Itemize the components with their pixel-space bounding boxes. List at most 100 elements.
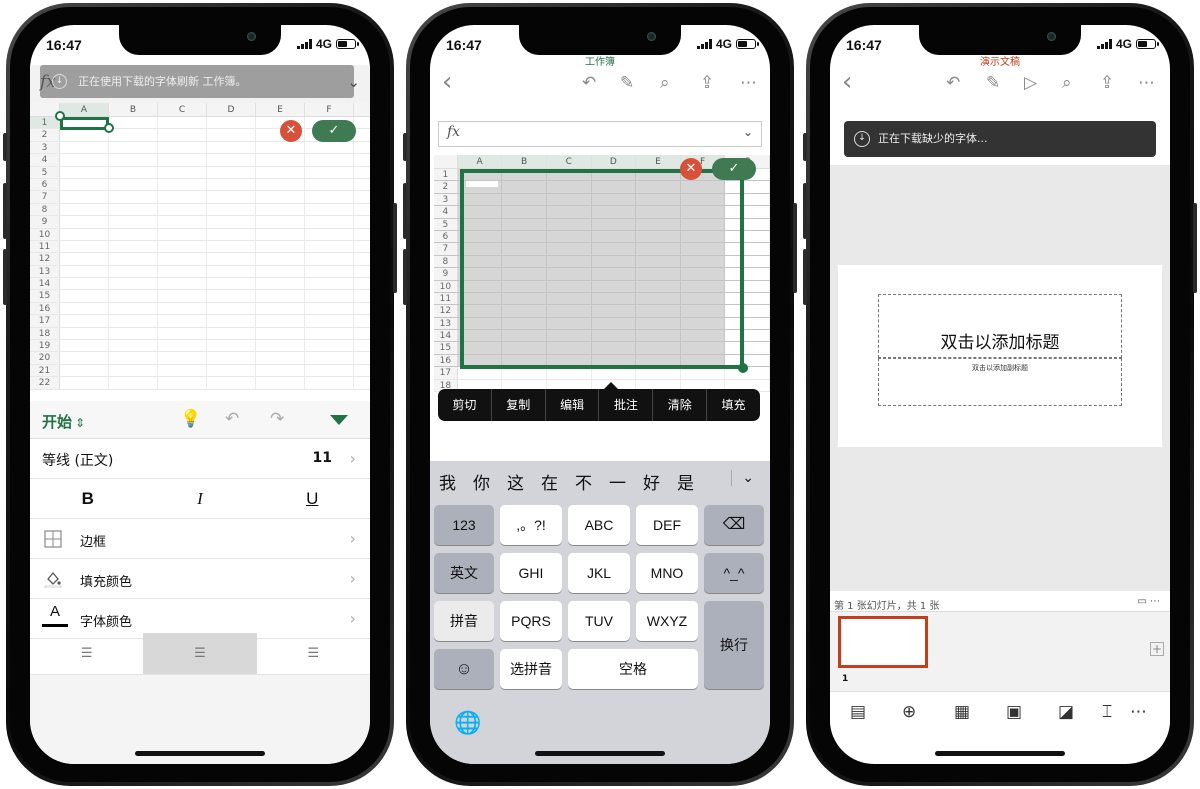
cell[interactable] bbox=[207, 240, 256, 253]
row-header[interactable]: 21 bbox=[30, 364, 60, 377]
cell[interactable] bbox=[158, 191, 207, 203]
cell[interactable] bbox=[109, 141, 158, 154]
cell[interactable] bbox=[256, 327, 305, 340]
cell[interactable] bbox=[60, 178, 109, 191]
column-header[interactable]: F bbox=[305, 103, 354, 116]
cell[interactable] bbox=[207, 228, 256, 240]
search-icon[interactable]: ⌕ bbox=[660, 73, 670, 93]
cell[interactable] bbox=[158, 117, 207, 129]
cell[interactable] bbox=[305, 265, 354, 278]
cell[interactable] bbox=[158, 327, 207, 340]
cell[interactable] bbox=[109, 154, 158, 166]
cell[interactable] bbox=[256, 340, 305, 352]
cell[interactable] bbox=[109, 216, 158, 228]
cell[interactable] bbox=[207, 377, 256, 389]
row-header[interactable]: 16 bbox=[434, 354, 458, 367]
cell[interactable] bbox=[207, 166, 256, 178]
key-punctuation[interactable]: ,。?! bbox=[500, 505, 562, 545]
ribbon-tab-home[interactable]: 开始 ⇕ bbox=[42, 411, 85, 432]
cell[interactable] bbox=[158, 203, 207, 216]
row-header[interactable]: 6 bbox=[30, 178, 60, 191]
confirm-edit-button[interactable]: ✓ bbox=[312, 120, 356, 142]
cell[interactable] bbox=[305, 228, 354, 240]
sheet-row[interactable]: 15 bbox=[30, 290, 370, 303]
cell[interactable] bbox=[256, 352, 305, 364]
sheet-row[interactable]: 6 bbox=[30, 178, 370, 192]
cell[interactable] bbox=[207, 315, 256, 327]
menu-item-comment[interactable]: 批注 bbox=[599, 389, 654, 421]
cell[interactable] bbox=[158, 166, 207, 178]
cell[interactable] bbox=[256, 166, 305, 178]
row-header[interactable]: 6 bbox=[434, 230, 458, 243]
row-header[interactable]: 15 bbox=[434, 342, 458, 354]
cell[interactable] bbox=[305, 178, 354, 191]
cell[interactable] bbox=[158, 315, 207, 327]
cell[interactable] bbox=[305, 377, 354, 389]
cell[interactable] bbox=[109, 265, 158, 278]
add-slide-icon[interactable]: + bbox=[1150, 642, 1164, 656]
row-header[interactable]: 4 bbox=[434, 206, 458, 218]
cell[interactable] bbox=[109, 377, 158, 389]
key-jkl[interactable]: JKL bbox=[568, 553, 630, 593]
cell[interactable] bbox=[207, 278, 256, 290]
redo-icon[interactable]: ↷ bbox=[270, 409, 284, 429]
back-chevron-icon[interactable]: ‹ bbox=[442, 69, 452, 95]
column-header[interactable]: E bbox=[636, 155, 681, 168]
share-icon[interactable]: ⇪ bbox=[1100, 73, 1114, 93]
cell[interactable] bbox=[158, 129, 207, 141]
cell[interactable] bbox=[305, 191, 354, 203]
slide[interactable]: 双击以添加标题 双击以添加副标题 bbox=[838, 265, 1162, 447]
cell[interactable] bbox=[158, 228, 207, 240]
cell[interactable] bbox=[109, 178, 158, 191]
row-header[interactable]: 12 bbox=[434, 305, 458, 317]
selected-cell[interactable] bbox=[60, 117, 109, 130]
cell[interactable] bbox=[109, 290, 158, 302]
sheet-row[interactable]: 3 bbox=[30, 141, 370, 155]
cell[interactable] bbox=[60, 290, 109, 302]
key-numbers[interactable]: 123 bbox=[434, 505, 494, 545]
cell[interactable] bbox=[256, 216, 305, 228]
align-top-button[interactable]: ☰ bbox=[30, 633, 143, 674]
column-header[interactable]: D bbox=[591, 155, 637, 168]
cell[interactable] bbox=[207, 253, 256, 265]
key-abc[interactable]: ABC bbox=[568, 505, 630, 545]
cell[interactable] bbox=[158, 290, 207, 302]
cell[interactable] bbox=[207, 203, 256, 216]
cell[interactable] bbox=[305, 203, 354, 216]
row-header[interactable]: 2 bbox=[434, 181, 458, 193]
more-icon[interactable]: ⋯ bbox=[740, 73, 757, 93]
cell[interactable] bbox=[305, 290, 354, 302]
sheet-row[interactable]: 7 bbox=[30, 191, 370, 204]
cell[interactable] bbox=[207, 327, 256, 340]
menu-item-copy[interactable]: 复制 bbox=[492, 389, 546, 421]
cell[interactable] bbox=[109, 315, 158, 327]
row-header[interactable]: 7 bbox=[434, 243, 458, 255]
cell[interactable] bbox=[60, 253, 109, 265]
key-emoticon[interactable]: ^_^ bbox=[704, 553, 764, 593]
sheet-row[interactable]: 10 bbox=[30, 228, 370, 241]
pen-icon[interactable]: ✎ bbox=[620, 73, 634, 93]
sheet-row[interactable]: 14 bbox=[30, 278, 370, 291]
row-header[interactable]: 5 bbox=[30, 166, 60, 178]
lightbulb-icon[interactable]: 💡 bbox=[180, 409, 201, 429]
candidate-word[interactable]: 你 bbox=[473, 469, 490, 494]
cell[interactable] bbox=[60, 216, 109, 228]
corner-cell[interactable] bbox=[434, 155, 458, 168]
row-header[interactable]: 4 bbox=[30, 154, 60, 166]
row-header[interactable]: 13 bbox=[30, 265, 60, 278]
notes-icon[interactable]: ▭ ⋯ bbox=[1137, 596, 1160, 607]
sheet-row[interactable]: 19 bbox=[30, 340, 370, 353]
cell[interactable] bbox=[109, 340, 158, 352]
row-header[interactable]: 17 bbox=[30, 315, 60, 327]
cell[interactable] bbox=[256, 377, 305, 389]
row-header[interactable]: 5 bbox=[434, 218, 458, 230]
cell[interactable] bbox=[256, 278, 305, 290]
cell[interactable] bbox=[109, 228, 158, 240]
cell[interactable] bbox=[256, 203, 305, 216]
cell[interactable] bbox=[60, 129, 109, 141]
cell[interactable] bbox=[60, 141, 109, 154]
cell[interactable] bbox=[207, 154, 256, 166]
row-header[interactable]: 13 bbox=[434, 317, 458, 330]
cell[interactable] bbox=[256, 364, 305, 377]
row-header[interactable]: 7 bbox=[30, 191, 60, 203]
